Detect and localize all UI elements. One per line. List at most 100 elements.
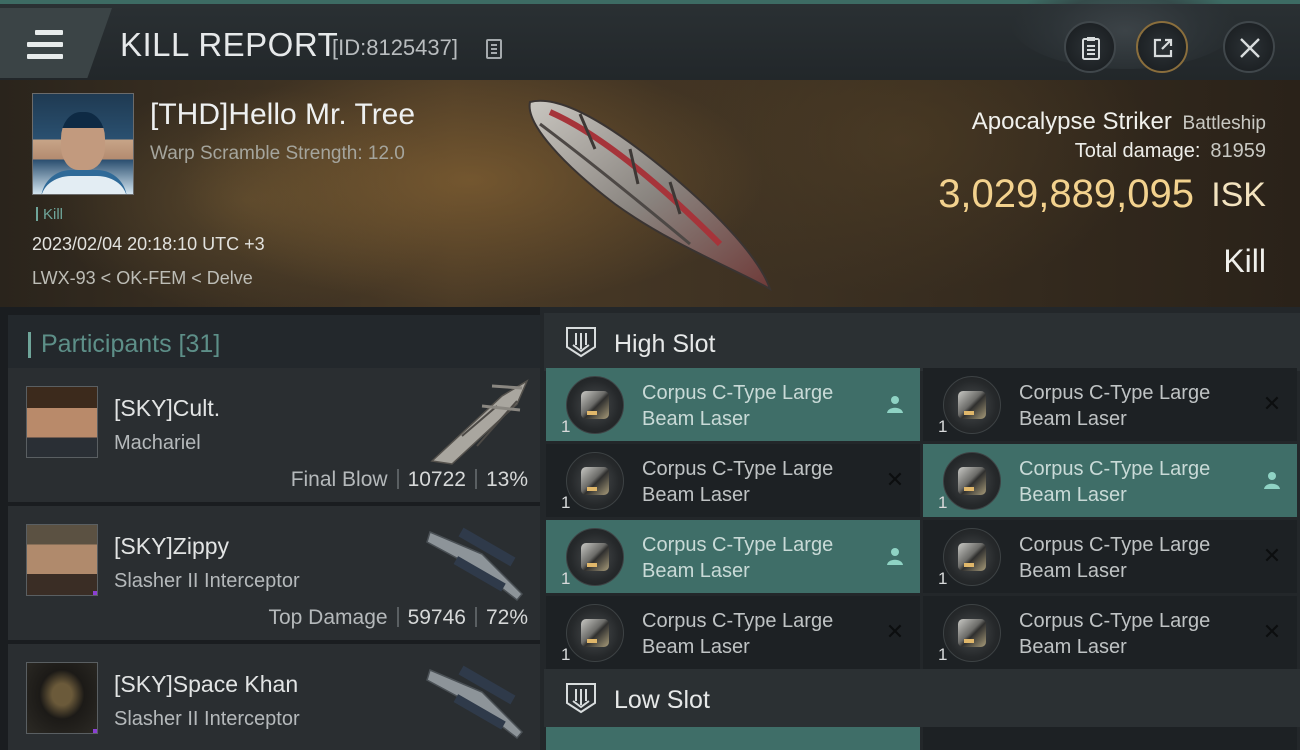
participant-stats: Top Damage 59746 72% [268, 606, 528, 630]
module-slot[interactable] [546, 727, 920, 750]
module-name-line2: Beam Laser [1019, 560, 1127, 582]
page-title: KILL REPORT [120, 26, 339, 63]
copy-icon[interactable] [486, 39, 502, 59]
module-name: Corpus C-Type Large Beam Laser [642, 532, 872, 584]
module-name-line2: Beam Laser [1019, 484, 1127, 506]
person-icon [887, 548, 903, 565]
participant-name: [SKY]Space Khan [114, 671, 299, 697]
victim-name[interactable]: [THD]Hello Mr. Tree [150, 98, 415, 132]
avatar: i [26, 524, 98, 596]
participants-title: Participants [31] [41, 330, 221, 358]
module-slot[interactable]: 1 Corpus C-Type Large Beam Laser [923, 444, 1297, 517]
report-id: [ID:8125437] [332, 35, 458, 60]
close-icon [1240, 38, 1260, 58]
module-slot[interactable]: 1 Corpus C-Type Large Beam Laser ✕ [923, 520, 1297, 593]
destroyed-icon: ✕ [885, 467, 905, 492]
share-button[interactable] [1136, 21, 1188, 73]
participant-ship: Slasher II Interceptor [114, 708, 300, 730]
module-name-line1: Corpus C-Type Large [1019, 534, 1211, 556]
module-slot[interactable]: 1 Corpus C-Type Large Beam Laser ✕ [546, 444, 920, 517]
clipboard-icon [1082, 37, 1100, 60]
module-name: Corpus C-Type Large Beam Laser [1019, 380, 1249, 432]
beam-laser-icon [943, 528, 1001, 586]
module-slot[interactable]: 1 Corpus C-Type Large Beam Laser ✕ [546, 596, 920, 669]
low-slot-icon [566, 683, 596, 714]
participants-panel: Participants [31] [SKY]Cult. Machariel F… [0, 307, 540, 750]
kill-location: LWX-93 < OK-FEM < Delve [32, 268, 253, 288]
kill-tag: Kill [36, 206, 63, 223]
info-badge: i [93, 729, 97, 733]
participant-row[interactable]: i [SKY]Zippy Slasher II Interceptor Top … [8, 506, 540, 640]
module-name-line1: Corpus C-Type Large [1019, 458, 1211, 480]
info-badge: i [93, 591, 97, 595]
module-name: Corpus C-Type Large Beam Laser [642, 456, 872, 508]
destroyed-icon: ✕ [1262, 543, 1282, 568]
participant-row[interactable]: i [SKY]Space Khan Slasher II Interceptor [8, 644, 540, 750]
module-name-line1: Corpus C-Type Large [642, 534, 834, 556]
victim-portrait[interactable] [32, 93, 134, 195]
beam-laser-icon [943, 376, 1001, 434]
ship-name[interactable]: Apocalypse Striker [972, 108, 1172, 135]
participant-name: [SKY]Cult. [114, 395, 221, 421]
beam-laser-icon [566, 376, 624, 434]
clipboard-button[interactable] [1064, 21, 1116, 73]
participant-ship-image [426, 527, 524, 602]
module-name-line1: Corpus C-Type Large [642, 458, 834, 480]
module-slot[interactable] [923, 727, 1297, 750]
isk-value: 3,029,889,095 [938, 172, 1194, 216]
module-name-line2: Beam Laser [642, 636, 750, 658]
menu-button[interactable] [0, 8, 112, 78]
damage-value: 10722 [407, 468, 466, 491]
module-slot[interactable]: 1 Corpus C-Type Large Beam Laser [546, 368, 920, 441]
beam-laser-icon [943, 452, 1001, 510]
module-name: Corpus C-Type Large Beam Laser [1019, 608, 1249, 660]
avatar [26, 386, 98, 458]
stat-label: Final Blow [290, 468, 388, 491]
person-icon [1264, 472, 1280, 489]
participant-ship: Slasher II Interceptor [114, 570, 300, 592]
beam-laser-icon [566, 528, 624, 586]
person-icon [887, 396, 903, 413]
low-slot-header: Low Slot [544, 669, 1300, 727]
kill-timestamp: 2023/02/04 20:18:10 UTC +3 [32, 234, 265, 254]
high-slot-icon [566, 327, 596, 358]
module-quantity: 1 [561, 645, 571, 664]
participant-stats: Final Blow 10722 13% [291, 468, 528, 492]
warp-scramble-strength: Warp Scramble Strength: 12.0 [150, 143, 405, 164]
isk-unit: ISK [1211, 176, 1266, 214]
total-damage-value: 81959 [1210, 140, 1266, 162]
kill-summary: [THD]Hello Mr. Tree Warp Scramble Streng… [0, 80, 1300, 307]
low-slot-title: Low Slot [614, 686, 710, 714]
module-name: Corpus C-Type Large Beam Laser [1019, 532, 1249, 584]
title-bar: KILL REPORT [ID:8125437] [0, 0, 1300, 80]
participant-row[interactable]: [SKY]Cult. Machariel Final Blow 10722 13% [8, 368, 540, 502]
module-slot[interactable]: 1 Corpus C-Type Large Beam Laser ✕ [923, 368, 1297, 441]
module-slot[interactable]: 1 Corpus C-Type Large Beam Laser ✕ [923, 596, 1297, 669]
participant-ship: Machariel [114, 432, 201, 454]
close-button[interactable] [1223, 21, 1275, 73]
high-slot-title: High Slot [614, 330, 716, 358]
participants-header: Participants [31] [8, 315, 540, 373]
module-quantity: 1 [938, 645, 948, 664]
participant-ship-image [426, 665, 524, 740]
hamburger-icon [27, 30, 63, 60]
victim-ship-image [528, 99, 772, 292]
destroyed-icon: ✕ [1262, 391, 1282, 416]
module-quantity: 1 [938, 569, 948, 588]
stat-label: Top Damage [268, 606, 388, 629]
ship-class: Battleship [1182, 113, 1266, 134]
high-slot-header: High Slot [544, 313, 1300, 371]
fitting-panel: High Slot 1 Corpus C-Type Large Beam Lase… [540, 307, 1300, 750]
module-name: Corpus C-Type Large Beam Laser [1019, 456, 1249, 508]
module-quantity: 1 [561, 493, 571, 512]
total-damage: Total damage: 81959 [1075, 140, 1266, 163]
kill-result: Kill [1223, 243, 1266, 279]
damage-percent: 72% [485, 606, 528, 629]
module-quantity: 1 [561, 569, 571, 588]
module-slot[interactable]: 1 Corpus C-Type Large Beam Laser [546, 520, 920, 593]
participant-name: [SKY]Zippy [114, 533, 230, 559]
beam-laser-icon [566, 604, 624, 662]
module-quantity: 1 [938, 493, 948, 512]
module-name-line2: Beam Laser [642, 484, 750, 506]
damage-percent: 13% [485, 468, 528, 491]
